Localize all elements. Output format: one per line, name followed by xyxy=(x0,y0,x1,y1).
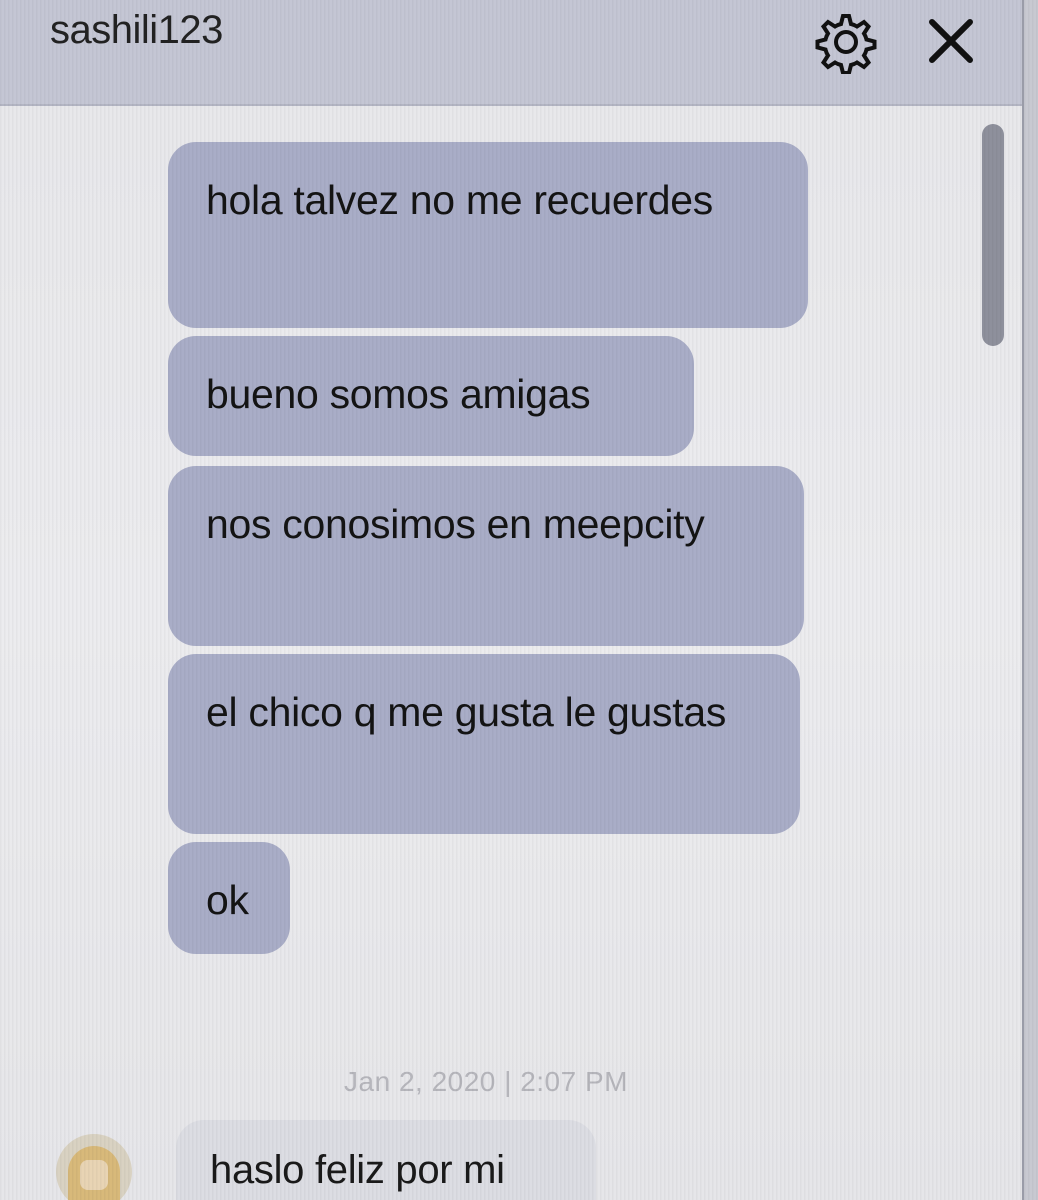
outgoing-message: el chico q me gusta le gustas xyxy=(168,654,800,834)
outgoing-message: bueno somos amigas xyxy=(168,336,694,456)
chat-window: sashili123 hola talvez no me recuerdes b… xyxy=(0,0,1038,1200)
outgoing-message: hola talvez no me recuerdes xyxy=(168,142,808,328)
outgoing-message: ok xyxy=(168,842,290,954)
gear-icon[interactable] xyxy=(814,10,878,74)
outgoing-message: nos conosimos en meepcity xyxy=(168,466,804,646)
chat-title: sashili123 xyxy=(50,8,223,52)
avatar-face xyxy=(80,1160,108,1190)
close-icon[interactable] xyxy=(922,12,980,70)
chat-header: sashili123 xyxy=(0,0,1022,106)
scrollbar-thumb[interactable] xyxy=(982,124,1004,346)
avatar[interactable] xyxy=(56,1134,132,1200)
message-timestamp: Jan 2, 2020 | 2:07 PM xyxy=(344,1066,628,1097)
incoming-message: haslo feliz por mi xyxy=(176,1120,596,1200)
window-right-edge xyxy=(1022,0,1038,1200)
